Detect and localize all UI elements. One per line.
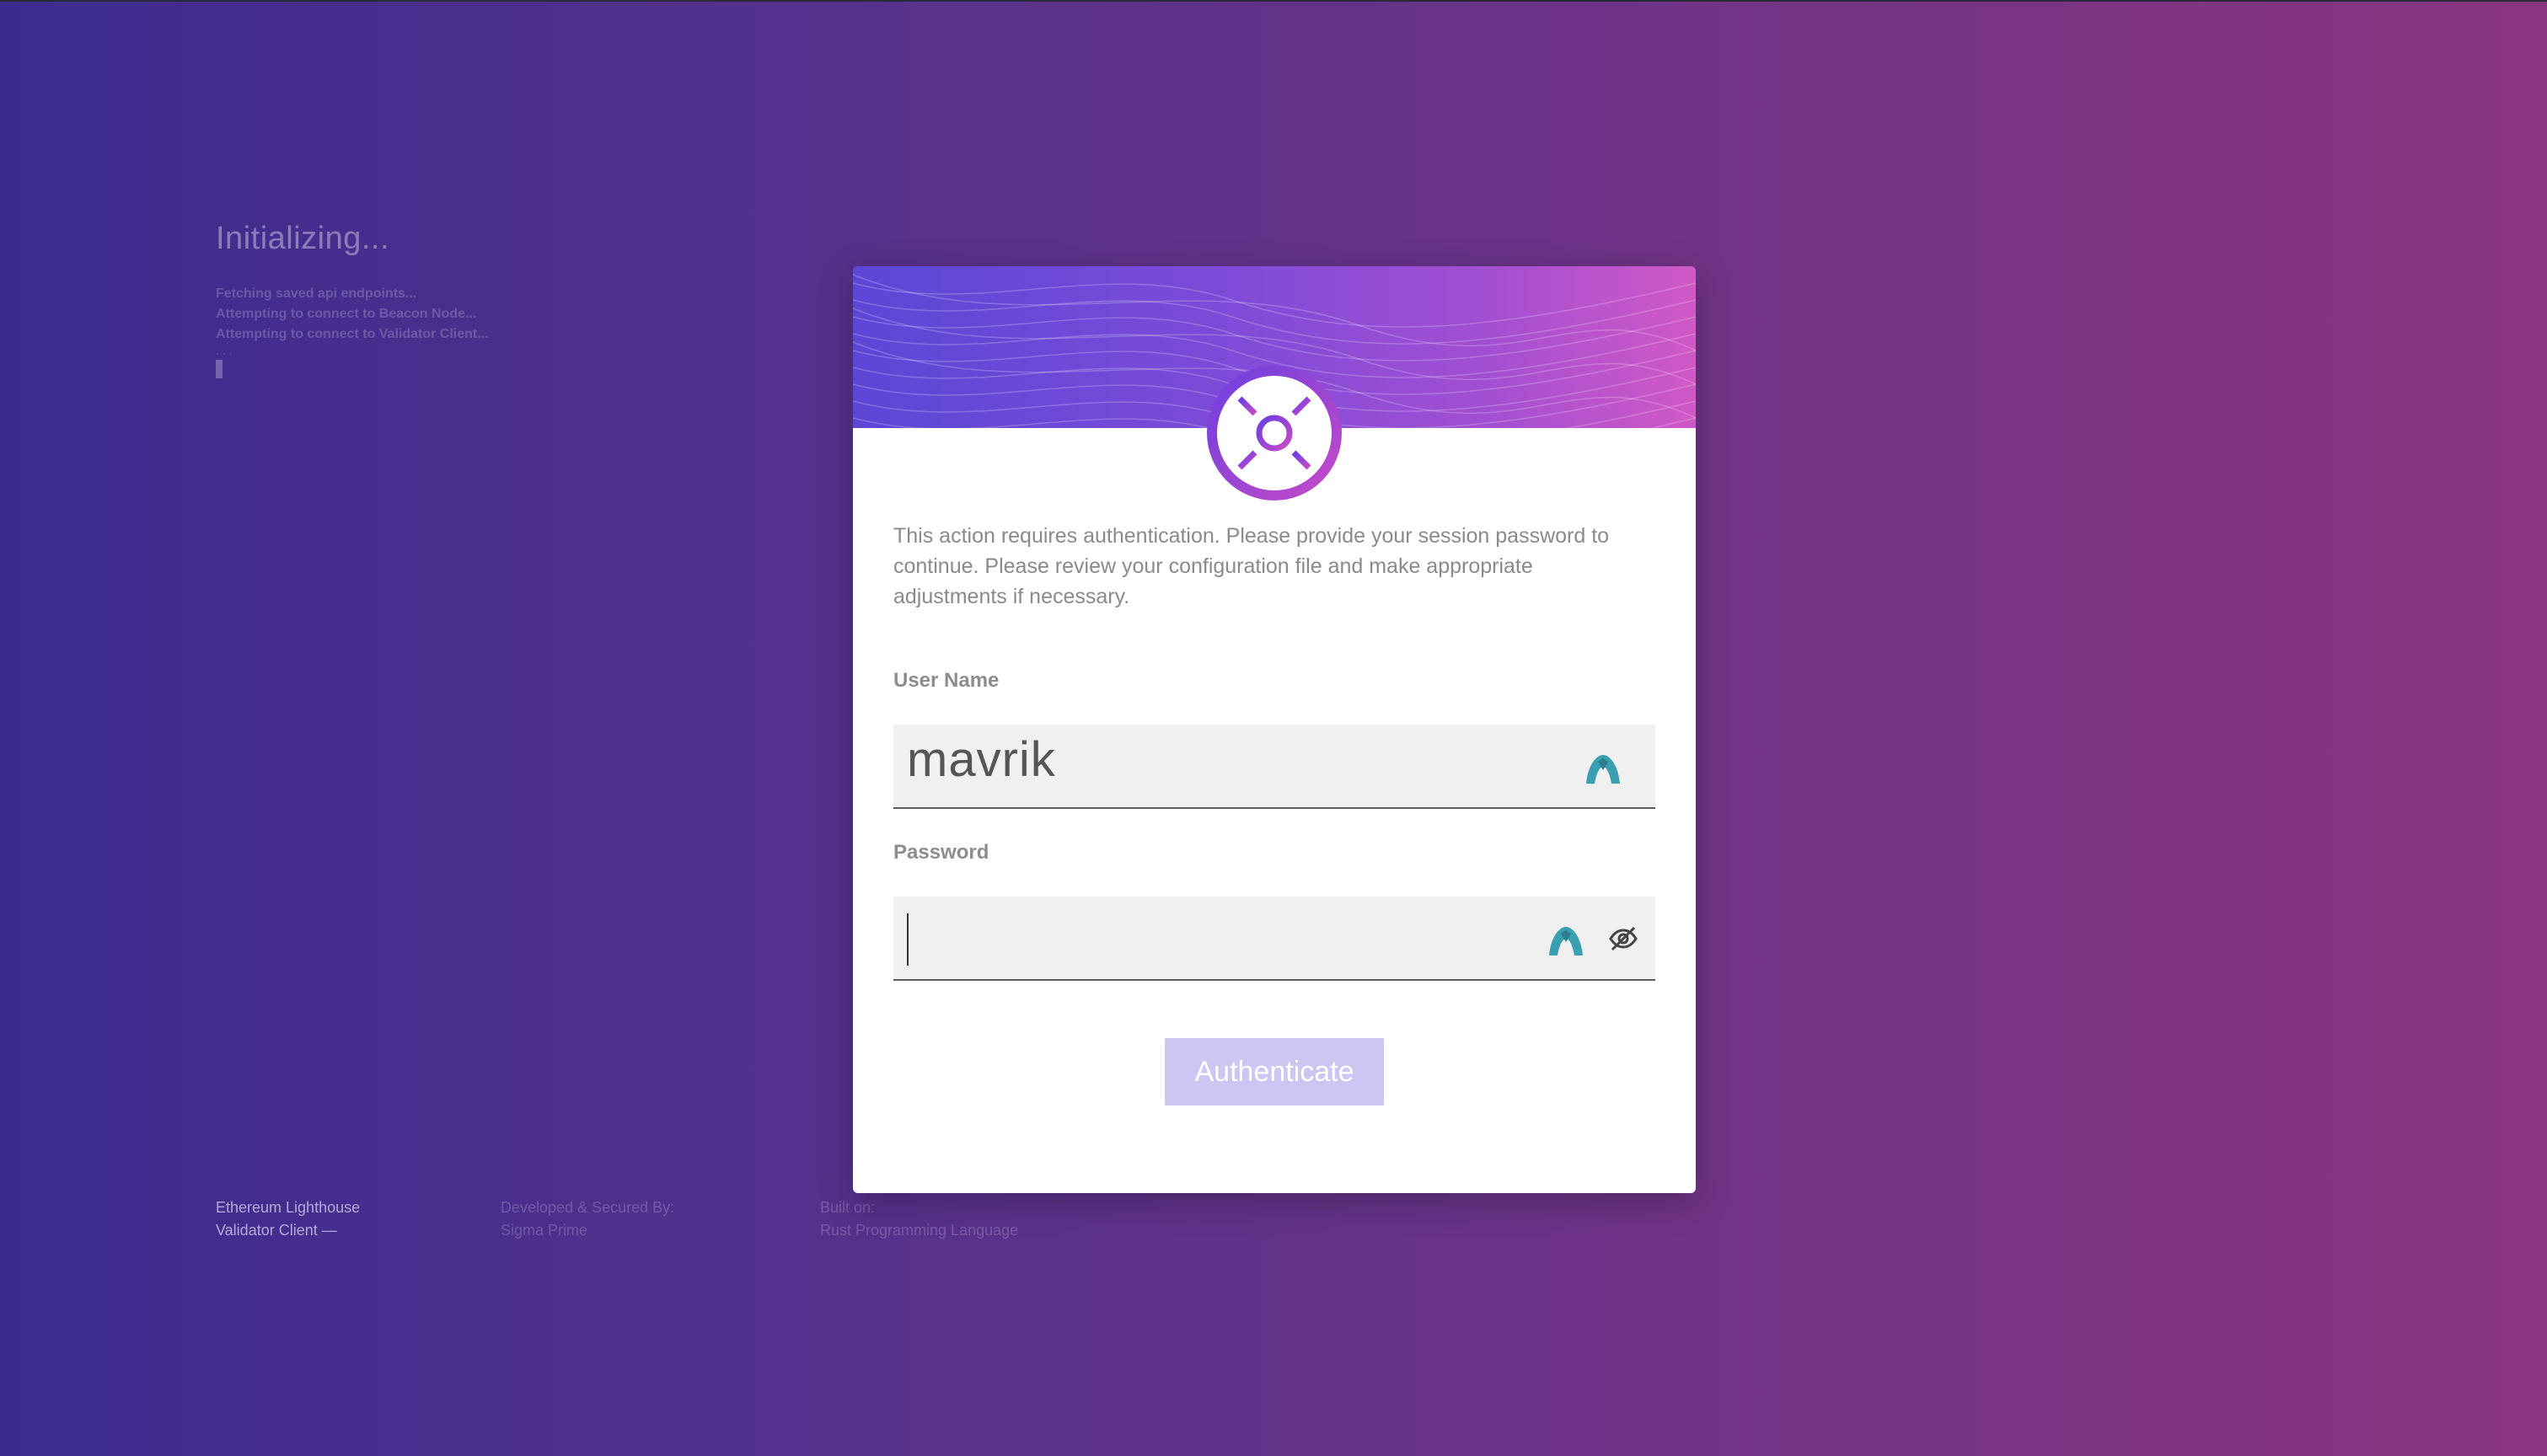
init-loading-dots: . . . <box>216 344 233 357</box>
init-log-line: Fetching saved api endpoints... <box>216 286 417 301</box>
init-panel: Initializing... Fetching saved api endpo… <box>216 221 806 378</box>
footer-developer: Developed & Secured By: Sigma Prime <box>501 1196 674 1242</box>
username-label: User Name <box>893 669 1000 692</box>
authenticate-button[interactable]: Authenticate <box>1165 1038 1384 1105</box>
password-field[interactable] <box>893 897 1655 981</box>
username-input[interactable]: mavrik <box>907 731 1056 788</box>
auth-description: This action requires authentication. Ple… <box>893 524 1610 608</box>
init-log-line: Attempting to connect to Beacon Node... <box>216 307 477 321</box>
text-cursor <box>907 913 909 966</box>
footer: Ethereum Lighthouse Validator Client — D… <box>216 1196 1143 1247</box>
footer-built-on-line: Built on: <box>820 1199 876 1216</box>
footer-product-line: Validator Client — <box>216 1222 337 1239</box>
init-title: Initializing... <box>216 221 390 256</box>
lighthouse-logo-icon <box>1207 366 1342 500</box>
footer-built-on: Built on: Rust Programming Language <box>820 1196 1018 1242</box>
eye-off-icon[interactable] <box>1608 923 1638 954</box>
top-border <box>0 0 2547 2</box>
password-label: Password <box>893 841 989 864</box>
footer-product: Ethereum Lighthouse Validator Client — <box>216 1196 360 1242</box>
footer-built-on-line: Rust Programming Language <box>820 1222 1019 1239</box>
auth-modal: This action requires authentication. Ple… <box>853 266 1696 1193</box>
footer-developer-line: Sigma Prime <box>501 1222 588 1239</box>
init-log-list: Fetching saved api endpoints... Attempti… <box>216 284 806 378</box>
password-manager-icon[interactable] <box>1547 922 1585 959</box>
init-log-line: Attempting to connect to Validator Clien… <box>216 327 489 341</box>
footer-product-line: Ethereum Lighthouse <box>216 1199 361 1216</box>
footer-developer-line: Developed & Secured By: <box>501 1199 675 1216</box>
init-progress-indicator <box>216 360 223 378</box>
username-field[interactable]: mavrik <box>893 725 1655 809</box>
password-manager-icon[interactable] <box>1585 750 1622 787</box>
